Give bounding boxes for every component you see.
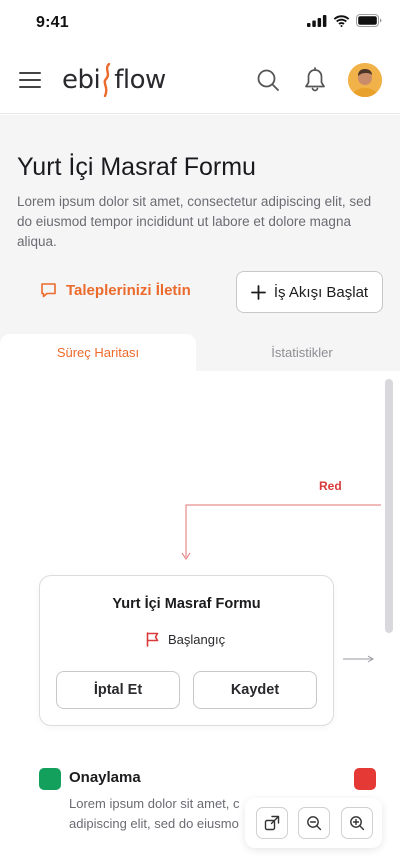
status-icons: [307, 14, 382, 27]
hamburger-menu-icon[interactable]: [18, 70, 42, 90]
zoom-out-button[interactable]: [298, 807, 330, 839]
status-bar: 9:41: [0, 0, 400, 48]
page-title: Yurt İçi Masraf Formu: [17, 153, 256, 181]
start-workflow-button[interactable]: İş Akışı Başlat: [236, 271, 383, 313]
search-icon[interactable]: [256, 68, 280, 92]
approval-status-indicator: [39, 768, 61, 790]
chat-bubble-icon: [41, 283, 56, 298]
approval-step-description-line-2: adipiscing elit, sed do eiusmo: [69, 816, 239, 831]
fit-view-button[interactable]: [256, 807, 288, 839]
approval-step-description-line-1: Lorem ipsum dolor sit amet, c: [69, 796, 240, 811]
node-title: Yurt İçi Masraf Formu: [112, 596, 261, 612]
fit-view-icon: [264, 815, 280, 831]
tab-statistics[interactable]: İstatistikler: [204, 334, 400, 371]
zoom-in-button[interactable]: [341, 807, 373, 839]
zoom-in-icon: [350, 816, 365, 831]
start-node-card[interactable]: Yurt İçi Masraf Formu Başlangıç İptal Et…: [39, 575, 334, 726]
logo-text-right: flow: [114, 65, 166, 95]
ebiflow-logo: ebi flow: [62, 63, 166, 97]
tab-process-map[interactable]: Süreç Haritası: [0, 334, 196, 371]
zoom-out-icon: [307, 816, 322, 831]
logo-text-left: ebi: [62, 65, 101, 95]
reject-edge-label: Red: [319, 479, 342, 493]
tab-statistics-label: İstatistikler: [271, 345, 333, 360]
page-hero: Yurt İçi Masraf Formu Lorem ipsum dolor …: [0, 115, 400, 371]
avatar-portrait-icon: [348, 63, 382, 97]
user-avatar[interactable]: [348, 63, 382, 97]
node-status-label: Başlangıç: [168, 632, 226, 647]
submit-requests-button[interactable]: Taleplerinizi İletin: [40, 282, 191, 299]
cancel-button-label: İptal Et: [93, 682, 143, 698]
cellular-signal-icon: [307, 14, 327, 27]
status-time: 9:41: [36, 14, 69, 31]
node-status: Başlangıç: [145, 632, 225, 647]
app-header: ebi flow: [0, 48, 400, 114]
flag-icon: [146, 632, 159, 647]
approval-step-description: Lorem ipsum dolor sit amet, c adipiscing…: [69, 794, 269, 834]
process-map-canvas[interactable]: Red Yurt İçi Masraf Formu Başlangıç İpta…: [0, 371, 400, 866]
bell-icon[interactable]: [303, 67, 327, 93]
page-description: Lorem ipsum dolor sit amet, consectetur …: [17, 194, 372, 249]
battery-icon: [356, 14, 382, 27]
cancel-button[interactable]: İptal Et: [56, 671, 180, 709]
save-button-label: Kaydet: [230, 682, 280, 698]
zoom-toolbar: [245, 798, 382, 848]
logo-flame-icon: [103, 63, 111, 97]
wifi-icon: [333, 14, 350, 27]
approval-step-title: Onaylama: [69, 769, 141, 786]
submit-requests-label: Taleplerinizi İletin: [66, 282, 191, 299]
start-workflow-label: İş Akışı Başlat: [273, 283, 369, 301]
save-button[interactable]: Kaydet: [193, 671, 317, 709]
tab-process-map-label: Süreç Haritası: [56, 345, 140, 360]
reject-indicator: [354, 768, 376, 790]
plus-icon: [250, 284, 266, 300]
